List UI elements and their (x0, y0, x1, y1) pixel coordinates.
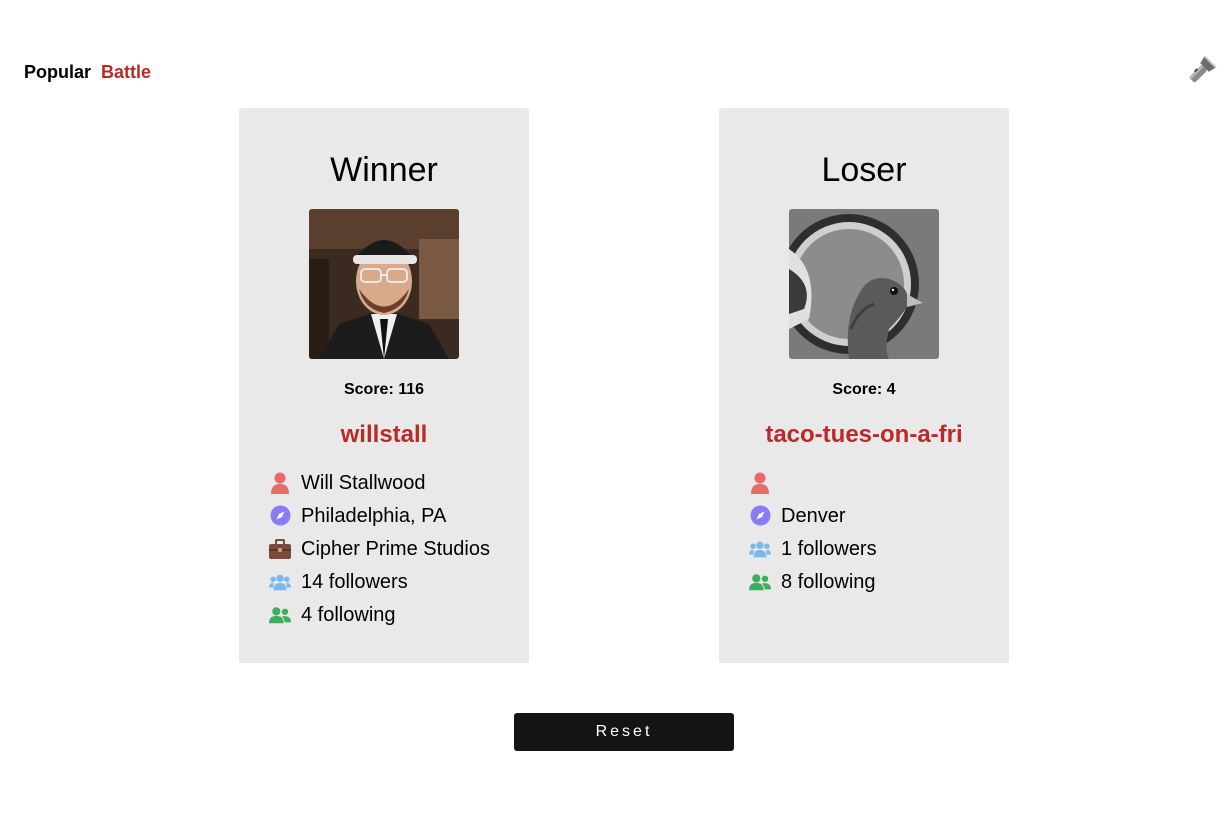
profile-followers-row: 1 followers (749, 532, 877, 565)
card-heading-winner: Winner (330, 151, 438, 189)
loser-score: Score: 4 (832, 381, 896, 398)
users-icon (749, 538, 771, 560)
profile-followers: 14 followers (301, 570, 408, 593)
nav-link-battle[interactable]: Battle (101, 61, 151, 83)
winner-profile-info: Will Stallwood Philadelphia, PA Cipher P… (269, 466, 490, 631)
profile-location-row: Philadelphia, PA (269, 499, 490, 532)
profile-company-row: Cipher Prime Studios (269, 532, 490, 565)
main-nav: Popular Battle (24, 61, 151, 83)
profile-location: Denver (781, 504, 846, 527)
winner-card: Winner Score: 116 willstall Will Stallwo… (239, 108, 529, 663)
winner-avatar-image (309, 209, 459, 359)
profile-name-row: Will Stallwood (269, 466, 490, 499)
winner-score: Score: 116 (343, 381, 425, 398)
compass-icon (269, 505, 291, 527)
winner-avatar (309, 209, 459, 359)
user-icon (749, 472, 771, 494)
profile-name-row (749, 466, 877, 499)
briefcase-icon (269, 538, 291, 560)
nav-link-popular[interactable]: Popular (24, 61, 91, 83)
battle-results-page: Popular Battle Winner Score: 116 willsta… (0, 0, 1232, 818)
profile-following-row: 8 following (749, 565, 877, 598)
users-icon (269, 571, 291, 593)
profile-location-row: Denver (749, 499, 877, 532)
profile-following: 4 following (301, 603, 396, 626)
profile-company: Cipher Prime Studios (301, 537, 490, 560)
profile-following-row: 4 following (269, 598, 490, 631)
profile-name: Will Stallwood (301, 471, 426, 494)
profile-location: Philadelphia, PA (301, 504, 447, 527)
card-heading-loser: Loser (821, 151, 907, 189)
user-icon (269, 472, 291, 494)
compass-icon (749, 505, 771, 527)
loser-username-link[interactable]: taco-tues-on-a-fri (719, 420, 1009, 450)
loser-avatar-image (789, 209, 939, 359)
profile-followers-row: 14 followers (269, 565, 490, 598)
winner-username-link[interactable]: willstall (239, 420, 529, 450)
loser-profile-info: Denver 1 followers 8 following (749, 466, 877, 598)
user-friends-icon (749, 571, 771, 593)
flashlight-icon (1189, 55, 1217, 83)
theme-toggle-button[interactable] (1184, 54, 1218, 88)
profile-following: 8 following (781, 570, 876, 593)
loser-card: Loser Score: 4 taco-tues-on-a-fri Denver… (719, 108, 1009, 663)
loser-avatar (789, 209, 939, 359)
reset-button[interactable]: Reset (514, 713, 734, 751)
user-friends-icon (269, 604, 291, 626)
profile-followers: 1 followers (781, 537, 877, 560)
